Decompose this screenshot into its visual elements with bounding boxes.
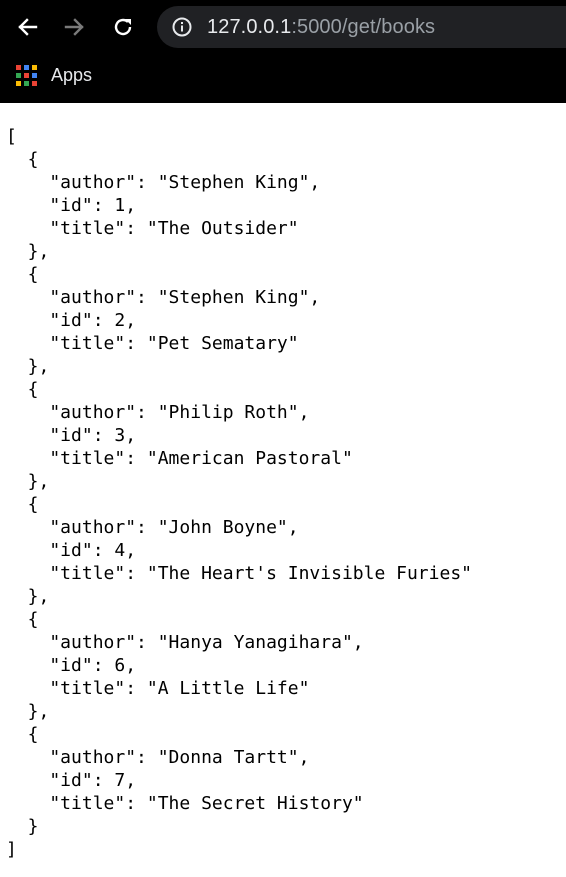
json-line: { [6,264,39,285]
apps-grid-dot [32,72,37,78]
url-path: :5000/get/books [291,15,436,38]
json-line: "author": "Philip Roth", [6,402,310,423]
json-line: "title": "The Secret History" [6,793,364,814]
url-host: 127.0.0.1 [207,15,292,38]
json-line: "author": "Donna Tartt", [6,747,310,768]
apps-grid-dot [32,64,37,70]
apps-grid-dot [24,72,29,78]
json-line: } [6,816,39,837]
back-arrow-icon [18,18,38,36]
apps-grid-dot [32,80,37,86]
json-line: "author": "Stephen King", [6,172,321,193]
address-bar[interactable]: 127.0.0.1:5000/get/books [157,6,566,48]
json-response: [ { "author": "Stephen King", "id": 1, "… [0,103,566,861]
apps-label: Apps [51,64,93,85]
browser-chrome: 127.0.0.1:5000/get/books Apps [0,0,566,103]
json-line: "id": 2, [6,310,137,331]
json-line: }, [6,241,50,262]
json-line: }, [6,701,50,722]
back-button[interactable] [8,8,46,46]
json-line: "id": 3, [6,425,137,446]
page-content: [ { "author": "Stephen King", "id": 1, "… [0,103,566,861]
json-line: }, [6,356,50,377]
apps-bookmark[interactable]: Apps [16,59,98,91]
json-line: { [6,494,39,515]
json-line: ] [6,839,17,860]
json-line: "title": "Pet Sematary" [6,333,299,354]
json-line: }, [6,586,50,607]
apps-grid-dot [16,72,21,78]
json-line: { [6,609,39,630]
json-line: "id": 6, [6,655,137,676]
apps-grid-dot [24,64,29,70]
reload-icon [114,18,132,36]
json-line: [ [6,126,17,147]
forward-arrow-icon [64,18,84,36]
json-line: }, [6,471,50,492]
json-line: { [6,149,39,170]
forward-button[interactable] [56,8,94,46]
json-line: "id": 7, [6,770,137,791]
browser-toolbar: 127.0.0.1:5000/get/books [0,0,566,54]
json-line: "title": "A Little Life" [6,678,310,699]
reload-button[interactable] [104,8,142,46]
apps-grid-dot [16,80,21,86]
json-line: "author": "John Boyne", [6,517,299,538]
json-line: "title": "The Heart's Invisible Furies" [6,563,472,584]
json-line: "title": "The Outsider" [6,218,299,239]
json-line: { [6,379,39,400]
json-line: "id": 4, [6,540,137,561]
json-line: "author": "Hanya Yanagihara", [6,632,364,653]
url-text[interactable]: 127.0.0.1:5000/get/books [207,16,435,39]
json-line: "author": "Stephen King", [6,287,321,308]
apps-grid-dot [16,64,21,70]
json-line: { [6,724,39,745]
info-icon[interactable] [171,16,193,38]
json-line: "id": 1, [6,195,137,216]
json-line: "title": "American Pastoral" [6,448,353,469]
apps-grid-icon [16,64,37,86]
apps-grid-dot [24,80,29,86]
bookmarks-bar: Apps [0,54,566,96]
